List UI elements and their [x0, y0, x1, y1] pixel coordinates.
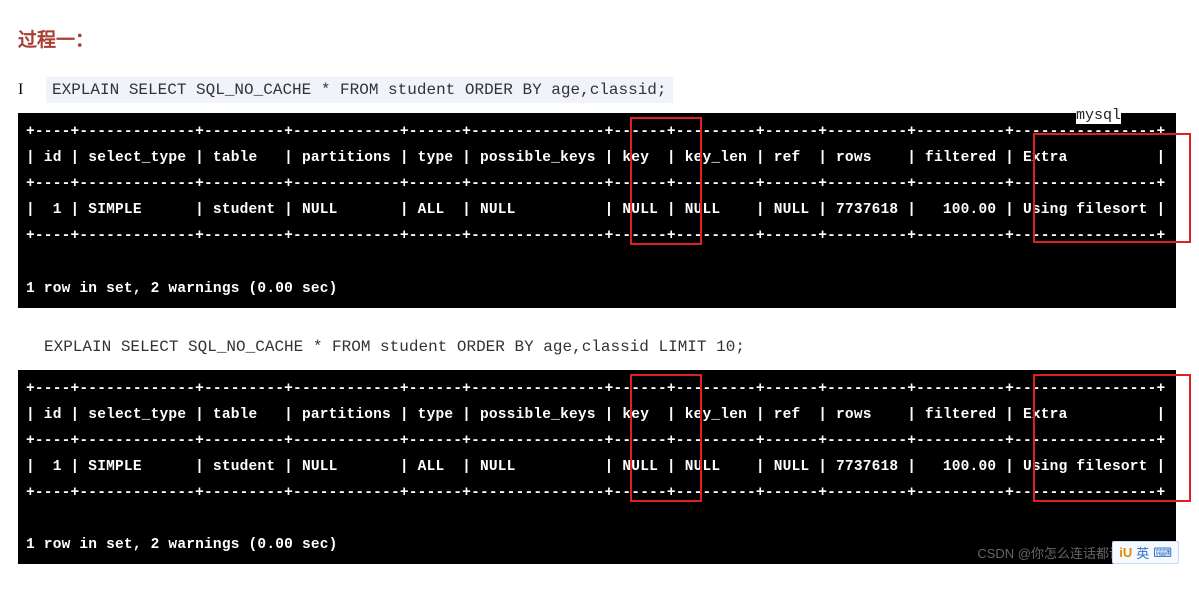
- section-heading: 过程一：: [18, 25, 1181, 52]
- keyboard-icon: ⌨: [1153, 545, 1172, 561]
- explain-output-2: +----+-------------+---------+----------…: [18, 370, 1176, 565]
- ime-badge-icon: iU: [1119, 545, 1132, 560]
- ime-lang-label: 英: [1136, 543, 1149, 562]
- terminal-block-1: mysql +----+-------------+---------+----…: [18, 113, 1181, 308]
- sql-query-2: EXPLAIN SELECT SQL_NO_CACHE * FROM stude…: [38, 334, 751, 360]
- annotation-mysql: mysql: [1076, 107, 1121, 124]
- explain-output-1: +----+-------------+---------+----------…: [18, 113, 1176, 308]
- terminal-block-2: +----+-------------+---------+----------…: [18, 370, 1181, 565]
- text-cursor: I: [18, 81, 28, 99]
- sql-query-1: EXPLAIN SELECT SQL_NO_CACHE * FROM stude…: [46, 77, 673, 103]
